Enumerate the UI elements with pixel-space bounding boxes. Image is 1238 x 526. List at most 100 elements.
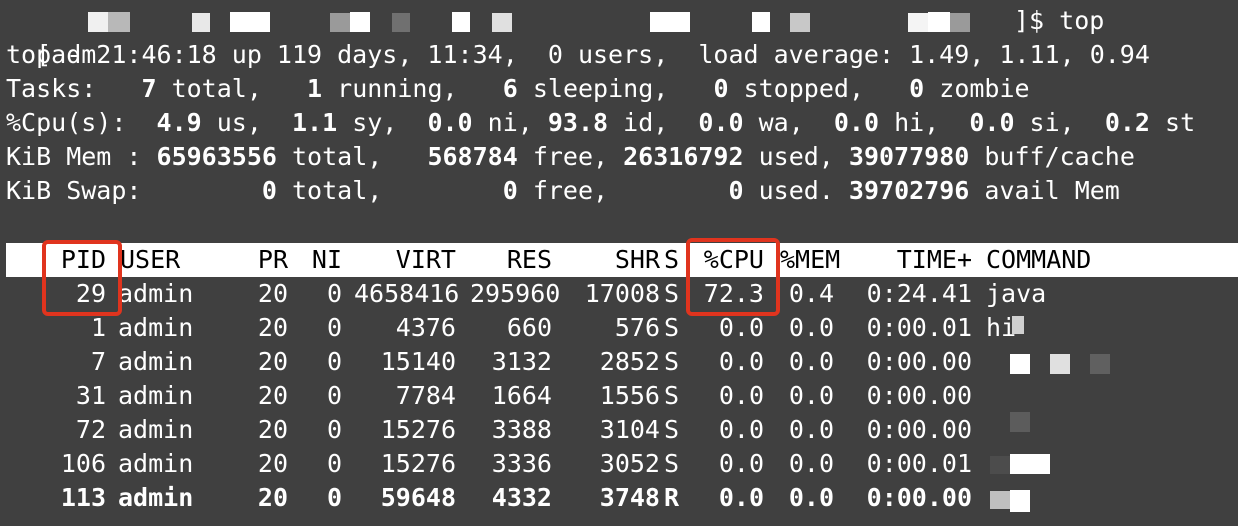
summary-value: 6	[502, 74, 518, 103]
summary-value: 0	[909, 74, 925, 103]
column-header-virt[interactable]: VIRT	[354, 243, 456, 277]
summary-label: st	[1149, 108, 1196, 137]
cell-mem: 0.0	[788, 449, 834, 478]
cell-pid: 31	[75, 381, 106, 410]
summary-value: 0.0	[833, 108, 880, 137]
summary-value: 0	[261, 176, 277, 205]
summary-value: 93.8	[547, 108, 609, 137]
cell-mem: 0.0	[788, 415, 834, 444]
cell-pid: 7	[90, 347, 106, 376]
redaction-block	[392, 13, 410, 32]
cell-s: S	[664, 415, 680, 444]
cell-virt: 59648	[380, 483, 456, 512]
cell-pr: 20	[257, 449, 288, 478]
cell-command	[986, 379, 1146, 413]
summary-value: 39077980	[848, 142, 970, 171]
cell-res: 3132	[491, 347, 552, 376]
cell-cpu: 0.0	[718, 347, 764, 376]
column-header-mem[interactable]: %MEM	[780, 243, 840, 277]
cell-ni: 0	[326, 483, 342, 512]
cell-user: admin	[118, 449, 194, 478]
cell-user: admin	[118, 415, 194, 444]
summary-value: 1	[307, 74, 323, 103]
cell-cpu: 0.0	[718, 449, 764, 478]
summary-value: 65963556	[156, 142, 277, 171]
cell-pr: 20	[257, 279, 288, 308]
summary-label: Tasks:	[6, 74, 142, 103]
column-header-shr[interactable]: SHR	[560, 243, 660, 277]
cell-cpu: 0.0	[718, 415, 764, 444]
redaction-block	[752, 12, 770, 32]
summary-label: %Cpu(s):	[6, 108, 157, 137]
column-header-user[interactable]: USER	[120, 243, 200, 277]
summary-label: zombie	[924, 74, 1030, 103]
cell-virt: 15140	[380, 347, 456, 376]
cell-virt: 15276	[380, 449, 456, 478]
cell-s: S	[664, 279, 680, 308]
summary-label: sy,	[337, 108, 428, 137]
summary-value: 0	[713, 74, 729, 103]
cell-virt: 4658416	[354, 279, 460, 308]
redaction-block	[1050, 354, 1070, 374]
cell-mem: 0.0	[788, 347, 834, 376]
column-header-time[interactable]: TIME+	[860, 243, 972, 277]
cell-shr: 576	[614, 313, 660, 342]
cell-mem: 0.0	[788, 483, 834, 512]
summary-label: used,	[743, 142, 849, 171]
redaction-block	[950, 13, 970, 32]
summary-label: total,	[276, 176, 503, 205]
uptime-line: top - 21:46:18 up 119 days, 11:34, 0 use…	[6, 40, 1150, 69]
cell-time: 0:00.00	[866, 483, 972, 512]
redaction-block	[350, 12, 370, 32]
cell-s: S	[664, 347, 680, 376]
summary-label: avail Mem	[969, 176, 1120, 205]
cell-pr: 20	[257, 483, 288, 512]
cell-ni: 0	[326, 449, 342, 478]
summary-label: total,	[156, 74, 308, 103]
summary-value: 0	[728, 176, 744, 205]
summary-value: 0.0	[427, 108, 473, 137]
cell-pr: 20	[257, 313, 288, 342]
redaction-block	[1090, 354, 1110, 374]
cell-pr: 20	[257, 415, 288, 444]
summary-label: hi,	[879, 108, 970, 137]
cell-pid: 106	[60, 449, 106, 478]
cell-virt: 15276	[380, 415, 456, 444]
column-header-ni[interactable]: NI	[302, 243, 342, 277]
prompt-command: ]$ top	[1014, 6, 1105, 35]
cell-s: S	[664, 313, 680, 342]
cell-pid: 72	[75, 415, 106, 444]
summary-label: used.	[743, 176, 849, 205]
column-header-command[interactable]: COMMAND	[986, 243, 1146, 277]
cell-command: hi	[986, 313, 1017, 342]
cell-user: admin	[118, 347, 194, 376]
cell-cpu: 0.0	[718, 313, 764, 342]
summary-value: 1.1	[291, 108, 338, 137]
cell-pid: 1	[90, 313, 106, 342]
summary-label: KiB Mem :	[6, 142, 157, 171]
summary-value: 4.9	[156, 108, 202, 137]
column-header-pr[interactable]: PR	[250, 243, 288, 277]
summary-value: 7	[141, 74, 157, 103]
cpu-highlight-box	[686, 238, 780, 316]
cell-time: 0:00.01	[866, 449, 972, 478]
cell-virt: 4376	[395, 313, 456, 342]
cell-ni: 0	[326, 381, 342, 410]
redaction-block	[230, 12, 270, 32]
cpu-line: %Cpu(s): 4.9 us, 1.1 sy, 0.0 ni, 93.8 id…	[6, 106, 1195, 140]
redaction-block	[492, 13, 512, 32]
cell-ni: 0	[326, 279, 342, 308]
column-header-s[interactable]: S	[664, 243, 684, 277]
cell-virt: 7784	[395, 381, 456, 410]
mem-line: KiB Mem : 65963556 total, 568784 free, 2…	[6, 140, 1135, 174]
summary-label: total,	[276, 142, 428, 171]
redaction-block	[108, 12, 130, 32]
cell-mem: 0.4	[788, 279, 834, 308]
redaction-block	[192, 13, 210, 32]
column-header-res[interactable]: RES	[470, 243, 552, 277]
cell-mem: 0.0	[788, 381, 834, 410]
summary-label: buff/cache	[969, 142, 1135, 171]
cell-user: admin	[118, 279, 194, 308]
cell-ni: 0	[326, 313, 342, 342]
cell-s: S	[664, 449, 680, 478]
